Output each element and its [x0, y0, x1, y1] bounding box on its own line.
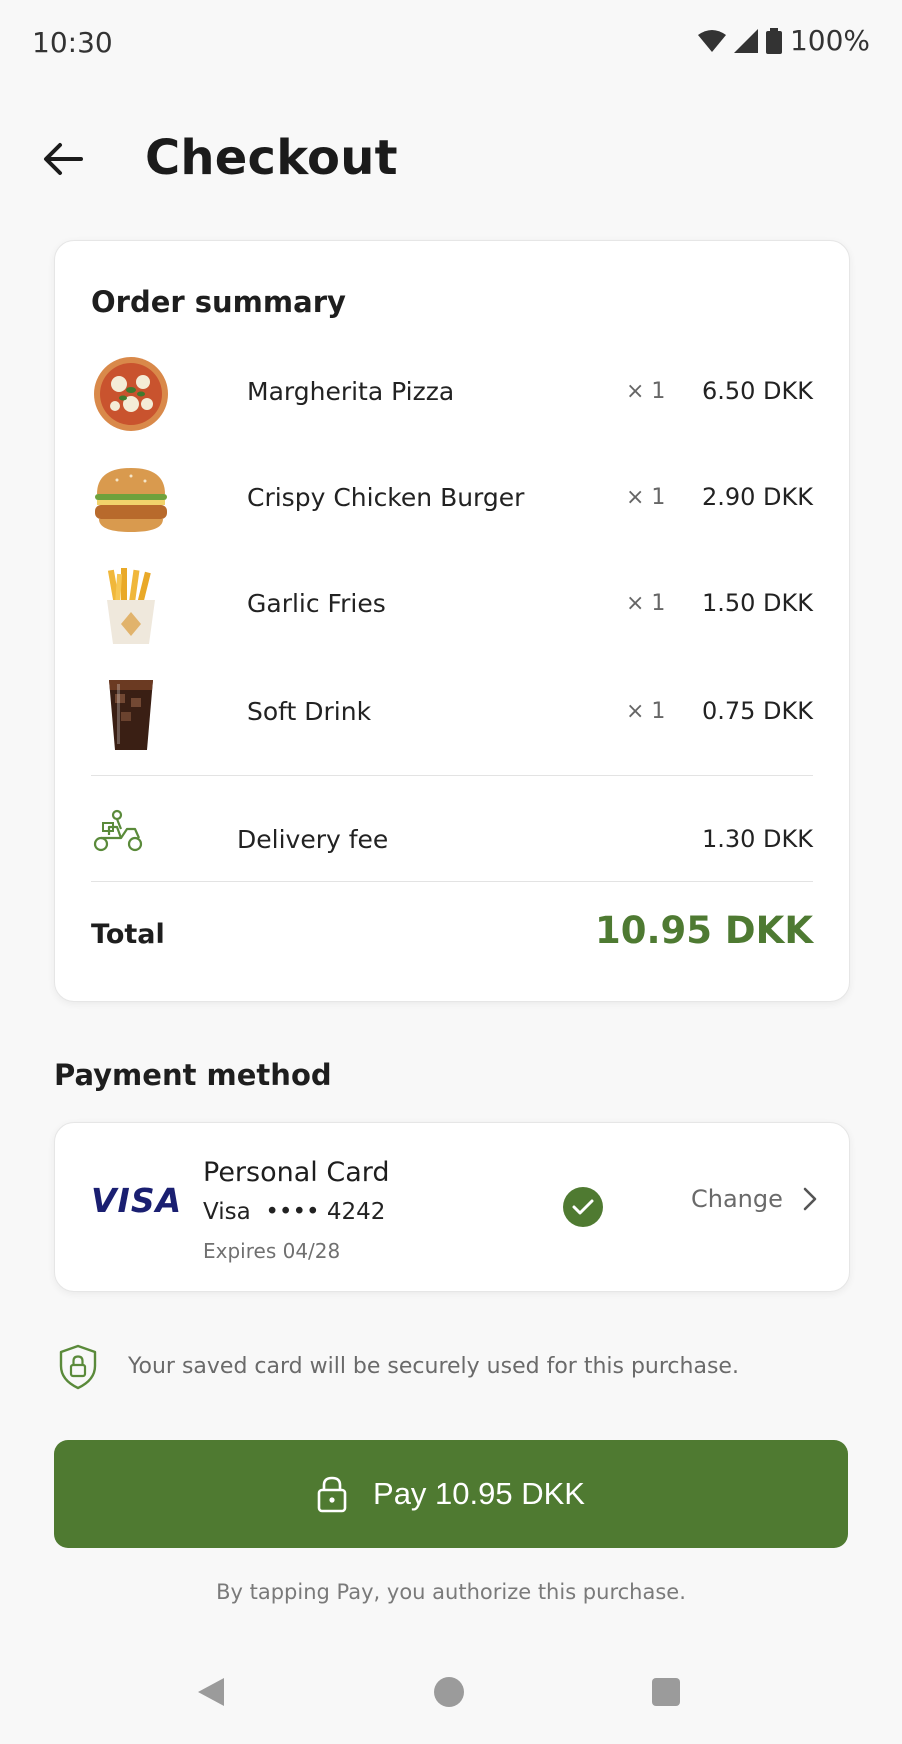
visa-logo: VISA [91, 1181, 183, 1220]
order-item-row: Margherita Pizza × 1 6.50 DKK [91, 349, 813, 439]
order-item-price: 6.50 DKK [701, 377, 813, 405]
nav-home-button[interactable] [434, 1677, 464, 1707]
order-item-qty: × 1 [626, 379, 666, 404]
pizza-icon [91, 354, 171, 434]
change-payment-button[interactable]: Change [691, 1185, 817, 1213]
order-item-row: Crispy Chicken Burger × 1 2.90 DKK [91, 455, 813, 545]
back-button[interactable] [40, 136, 86, 182]
order-item-row: Garlic Fries × 1 1.50 DKK [91, 561, 813, 651]
status-time: 10:30 [32, 26, 113, 59]
lock-icon [317, 1476, 347, 1513]
payment-method-heading: Payment method [54, 1058, 332, 1092]
card-expiry: Expires 04/28 [203, 1239, 341, 1263]
delivery-fee-row: Delivery fee 1.30 DKK [91, 787, 813, 877]
divider [91, 775, 813, 776]
order-item-price: 1.50 DKK [701, 589, 813, 617]
order-item-qty: × 1 [626, 699, 666, 724]
drink-icon [91, 674, 171, 754]
status-icons: 100% [697, 24, 870, 57]
security-note: Your saved card will be securely used fo… [128, 1354, 739, 1379]
change-label: Change [691, 1185, 783, 1213]
wifi-icon [697, 29, 726, 52]
card-name: Personal Card [203, 1157, 390, 1188]
order-item-qty: × 1 [626, 591, 666, 616]
triangle-back-icon [198, 1678, 224, 1706]
scooter-icon [91, 809, 145, 853]
signal-icon [733, 28, 758, 53]
order-summary-card: Order summary Margherita Pizza × 1 6.50 … [54, 240, 850, 1002]
order-item-name: Garlic Fries [247, 589, 386, 618]
chevron-right-icon [803, 1187, 817, 1211]
card-number: Visa •••• 4242 [203, 1199, 386, 1225]
page-title: Checkout [145, 130, 398, 186]
burger-icon [91, 460, 171, 540]
delivery-fee-label: Delivery fee [237, 825, 389, 854]
nav-recents-button[interactable] [652, 1678, 680, 1706]
order-summary-title: Order summary [91, 285, 346, 319]
authorize-note: By tapping Pay, you authorize this purch… [216, 1580, 686, 1604]
delivery-fee-price: 1.30 DKK [701, 825, 813, 853]
order-item-qty: × 1 [626, 485, 666, 510]
arrow-left-icon [44, 143, 83, 175]
order-item-price: 2.90 DKK [701, 483, 813, 511]
battery-icon [765, 27, 782, 54]
order-item-name: Soft Drink [247, 697, 372, 726]
pay-button[interactable]: Pay 10.95 DKK [54, 1440, 848, 1548]
order-item-price: 0.75 DKK [701, 697, 813, 725]
shield-lock-icon [58, 1344, 98, 1390]
payment-card[interactable]: VISA Personal Card Visa •••• 4242 Expire… [54, 1122, 850, 1292]
order-item-name: Crispy Chicken Burger [247, 483, 525, 512]
check-icon [563, 1187, 603, 1227]
pay-button-label: Pay 10.95 DKK [373, 1476, 585, 1511]
order-item-row: Soft Drink × 1 0.75 DKK [91, 669, 813, 759]
nav-back-button[interactable] [196, 1676, 226, 1708]
fries-icon [91, 566, 171, 646]
divider [91, 881, 813, 882]
total-value: 10.95 DKK [595, 909, 813, 952]
battery-level: 100% [789, 24, 870, 57]
order-item-name: Margherita Pizza [247, 377, 455, 406]
total-label: Total [91, 919, 165, 950]
